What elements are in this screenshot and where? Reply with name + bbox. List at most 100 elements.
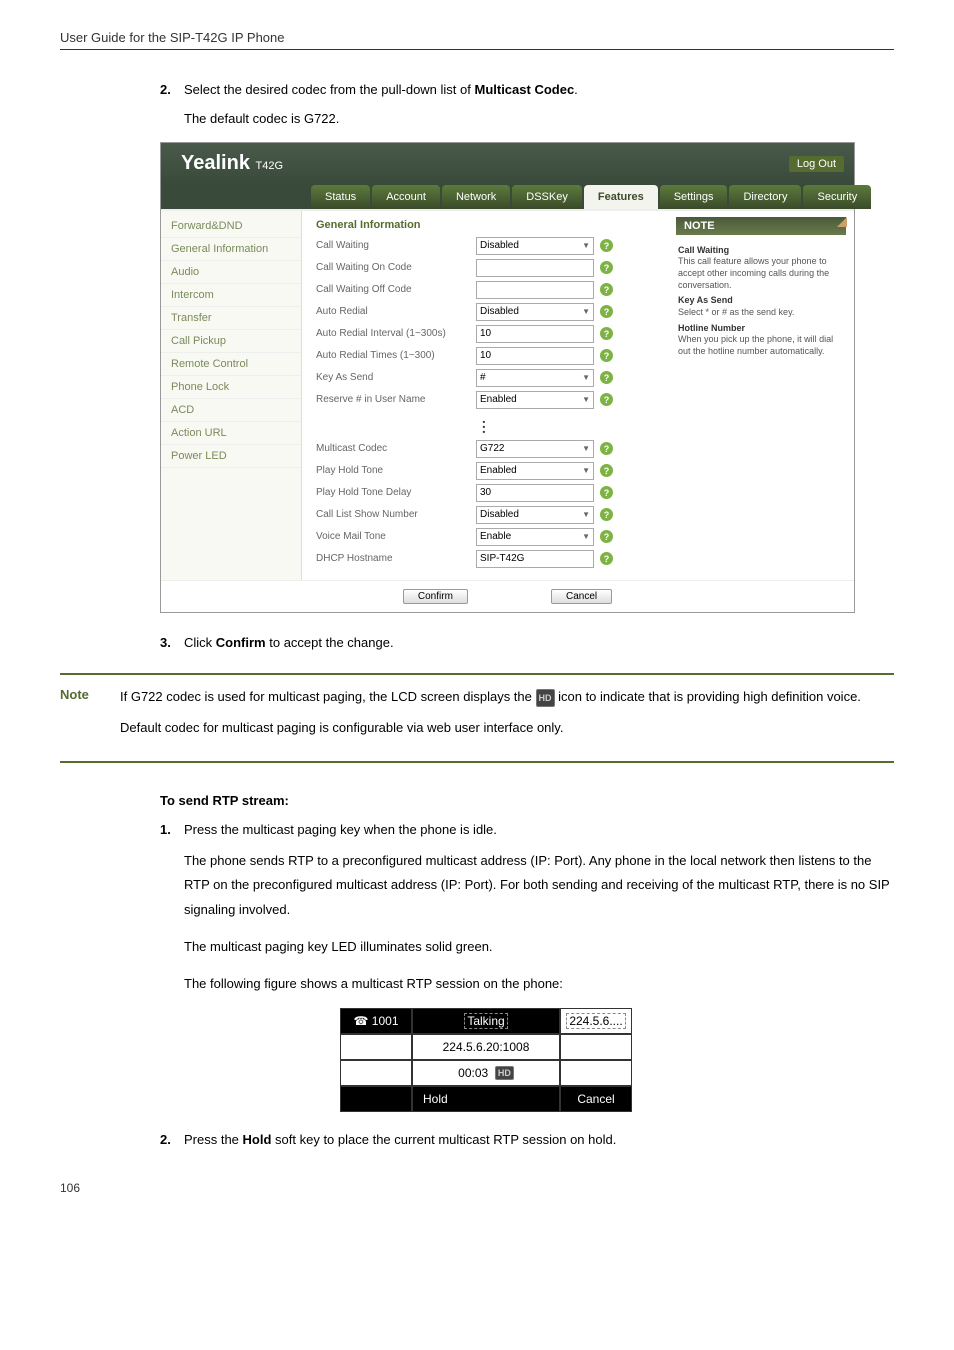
help-icon[interactable]: ? [600, 305, 613, 318]
help-icon[interactable]: ? [600, 261, 613, 274]
page-header: User Guide for the SIP-T42G IP Phone [60, 30, 894, 50]
tab-directory[interactable]: Directory [729, 185, 801, 209]
dropdown-arrow-icon: ▼ [582, 444, 590, 453]
field-label: Auto Redial [316, 306, 476, 317]
cancel-button[interactable]: Cancel [551, 589, 612, 604]
dropdown-arrow-icon: ▼ [582, 373, 590, 382]
sidebar-item[interactable]: General Information [161, 238, 301, 261]
phone-status: Talking [413, 1009, 561, 1033]
sidebar-item[interactable]: Call Pickup [161, 330, 301, 353]
sidebar-item[interactable]: ACD [161, 399, 301, 422]
web-ui-screenshot: Yealink T42G Log Out Status Account Netw… [160, 142, 855, 613]
form-row: Auto Redial Times (1~300)10? [316, 347, 654, 365]
form-row: Play Hold ToneEnabled▼? [316, 462, 654, 480]
form-row: Play Hold Tone Delay30? [316, 484, 654, 502]
text-field[interactable]: 10 [476, 325, 594, 343]
form-row: Call Waiting On Code? [316, 259, 654, 277]
phone-timer: 00:03 HD [413, 1061, 561, 1085]
hd-icon: HD [536, 689, 555, 707]
text-field[interactable]: SIP-T42G [476, 550, 594, 568]
hold-softkey[interactable]: Hold [413, 1087, 561, 1111]
field-label: Call Waiting Off Code [316, 284, 476, 295]
tab-network[interactable]: Network [442, 185, 510, 209]
form-row: Key As Send#▼? [316, 369, 654, 387]
step-3: 3. Click Confirm to accept the change. [160, 633, 894, 654]
field-label: DHCP Hostname [316, 553, 476, 564]
text-field[interactable]: 10 [476, 347, 594, 365]
select-field[interactable]: Enable▼ [476, 528, 594, 546]
form-row: Reserve # in User NameEnabled▼? [316, 391, 654, 409]
step-text: Press the multicast paging key when the … [184, 820, 894, 841]
help-icon[interactable]: ? [600, 371, 613, 384]
select-field[interactable]: Disabled▼ [476, 506, 594, 524]
form-row: Voice Mail ToneEnable▼? [316, 528, 654, 546]
help-icon[interactable]: ? [600, 393, 613, 406]
tab-security[interactable]: Security [803, 185, 871, 209]
step-number: 2. [160, 80, 184, 101]
select-field[interactable]: G722▼ [476, 440, 594, 458]
logout-button[interactable]: Log Out [789, 156, 844, 172]
confirm-button[interactable]: Confirm [403, 589, 468, 604]
select-field[interactable]: Disabled▼ [476, 237, 594, 255]
step-number: 3. [160, 633, 184, 654]
help-icon[interactable]: ? [600, 508, 613, 521]
note-item-body: This call feature allows your phone to a… [678, 256, 829, 289]
tab-features[interactable]: Features [584, 185, 658, 209]
dropdown-arrow-icon: ▼ [582, 307, 590, 316]
note-item-head: Hotline Number [678, 323, 844, 335]
help-icon[interactable]: ? [600, 442, 613, 455]
text-field[interactable] [476, 281, 594, 299]
rtp-step-1: 1. Press the multicast paging key when t… [160, 820, 894, 841]
sidebar-item[interactable]: Forward&DND [161, 215, 301, 238]
cancel-softkey[interactable]: Cancel [561, 1087, 631, 1111]
field-label: Play Hold Tone [316, 465, 476, 476]
field-label: Multicast Codec [316, 443, 476, 454]
form-row: Auto RedialDisabled▼? [316, 303, 654, 321]
field-label: Call List Show Number [316, 509, 476, 520]
rtp-step-2: 2. Press the Hold soft key to place the … [160, 1130, 894, 1151]
help-icon[interactable]: ? [600, 464, 613, 477]
field-label: Play Hold Tone Delay [316, 487, 476, 498]
sidebar-item[interactable]: Transfer [161, 307, 301, 330]
text-field[interactable] [476, 259, 594, 277]
help-icon[interactable]: ? [600, 530, 613, 543]
tab-status[interactable]: Status [311, 185, 370, 209]
select-field[interactable]: #▼ [476, 369, 594, 387]
help-icon[interactable]: ? [600, 327, 613, 340]
sidebar-item[interactable]: Audio [161, 261, 301, 284]
main-form: General Information Call WaitingDisabled… [302, 211, 668, 580]
note-label: Note [60, 687, 120, 749]
paragraph: The phone sends RTP to a preconfigured m… [184, 849, 894, 923]
text-field[interactable]: 30 [476, 484, 594, 502]
sidebar-item[interactable]: Phone Lock [161, 376, 301, 399]
note-item-head: Call Waiting [678, 245, 844, 257]
tab-dsskey[interactable]: DSSKey [512, 185, 582, 209]
phone-address: 224.5.6.20:1008 [413, 1035, 561, 1059]
help-icon[interactable]: ? [600, 283, 613, 296]
tab-account[interactable]: Account [372, 185, 440, 209]
help-icon[interactable]: ? [600, 486, 613, 499]
select-field[interactable]: Enabled▼ [476, 462, 594, 480]
sidebar-item[interactable]: Action URL [161, 422, 301, 445]
dropdown-arrow-icon: ▼ [582, 532, 590, 541]
tab-settings[interactable]: Settings [660, 185, 728, 209]
hd-icon: HD [495, 1066, 514, 1080]
section-heading: To send RTP stream: [160, 793, 894, 808]
select-field[interactable]: Enabled▼ [476, 391, 594, 409]
help-icon[interactable]: ? [600, 552, 613, 565]
dropdown-arrow-icon: ▼ [582, 510, 590, 519]
sidebar-item[interactable]: Intercom [161, 284, 301, 307]
select-field[interactable]: Disabled▼ [476, 303, 594, 321]
field-label: Auto Redial Interval (1~300s) [316, 328, 476, 339]
logo: Yealink T42G [171, 152, 283, 175]
phone-ip-short: 224.5.6.... [561, 1009, 631, 1033]
help-icon[interactable]: ? [600, 239, 613, 252]
sidebar-item[interactable]: Power LED [161, 445, 301, 468]
field-label: Call Waiting On Code [316, 262, 476, 273]
help-icon[interactable]: ? [600, 349, 613, 362]
section-title: General Information [316, 219, 654, 231]
dropdown-arrow-icon: ▼ [582, 241, 590, 250]
form-row: Auto Redial Interval (1~300s)10? [316, 325, 654, 343]
sidebar-item[interactable]: Remote Control [161, 353, 301, 376]
step-text: Press the Hold soft key to place the cur… [184, 1130, 894, 1151]
